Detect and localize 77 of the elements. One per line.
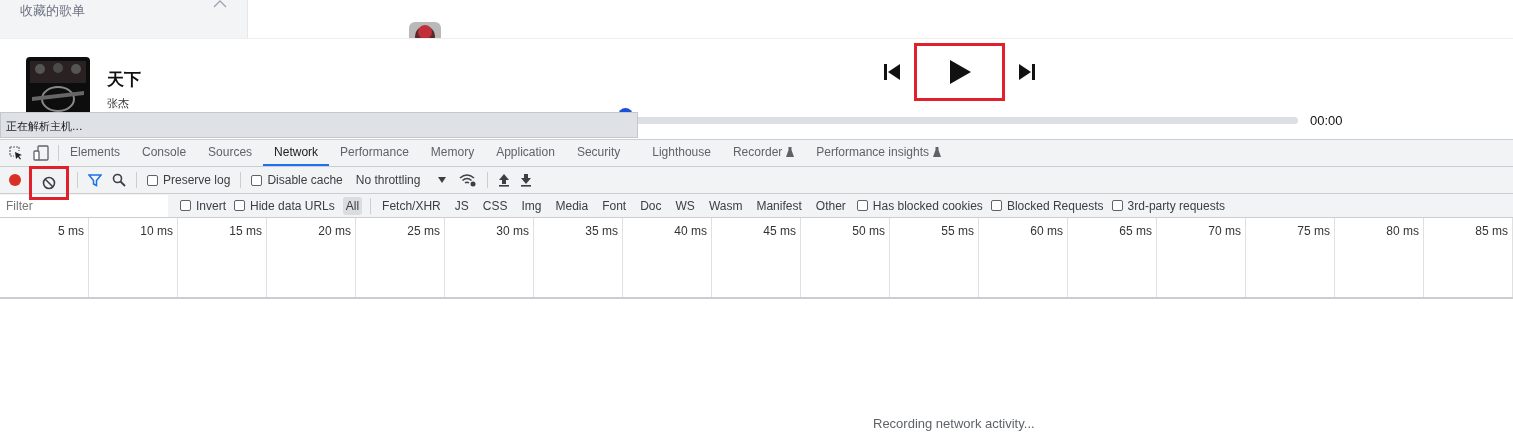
inspect-icon[interactable] bbox=[9, 146, 23, 160]
timeline-tick-label: 30 ms bbox=[445, 218, 534, 297]
checkbox-label: Preserve log bbox=[163, 173, 231, 187]
resource-type-filter[interactable]: Fetch/XHR bbox=[379, 196, 444, 215]
status-tooltip: 正在解析主机... bbox=[0, 112, 638, 138]
timeline-tick-label: 25 ms bbox=[356, 218, 445, 297]
checkbox-label: Hide data URLs bbox=[250, 198, 335, 213]
resource-type-filter[interactable]: Media bbox=[552, 196, 592, 215]
filter-icon[interactable] bbox=[88, 173, 102, 187]
search-icon[interactable] bbox=[112, 173, 126, 187]
timeline-tick-label: 15 ms bbox=[178, 218, 267, 297]
timeline-tick-label: 65 ms bbox=[1068, 218, 1157, 297]
resource-type-filter[interactable]: Font bbox=[599, 196, 630, 215]
throttling-dropdown[interactable]: No throttling bbox=[352, 171, 450, 189]
devtools-tab[interactable]: Performance bbox=[329, 140, 420, 166]
timeline-tick-label: 5 ms bbox=[0, 218, 89, 297]
checkbox[interactable] bbox=[1111, 200, 1123, 211]
checkbox-label: Invert bbox=[196, 198, 226, 213]
timeline-tick-label: 50 ms bbox=[801, 218, 890, 297]
checkbox-label: Disable cache bbox=[267, 173, 343, 187]
resource-type-filter[interactable]: WS bbox=[672, 196, 698, 215]
checkbox-label: Has blocked cookies bbox=[872, 198, 983, 213]
download-icon[interactable] bbox=[520, 173, 533, 187]
timeline-tick-label: 70 ms bbox=[1157, 218, 1246, 297]
resource-type-filter[interactable]: Other bbox=[812, 196, 849, 215]
network-conditions-icon[interactable] bbox=[459, 173, 478, 187]
checkbox[interactable] bbox=[234, 200, 245, 211]
checkbox-label: Blocked Requests bbox=[1006, 198, 1104, 213]
sidebar-section-title: 收藏的歌单 bbox=[20, 2, 85, 20]
next-button[interactable] bbox=[1017, 62, 1037, 82]
devtools-tab[interactable]: Console bbox=[131, 140, 198, 166]
play-button[interactable] bbox=[914, 43, 1005, 101]
devtools-tab[interactable]: Application bbox=[485, 140, 566, 166]
resource-type-filter[interactable]: Img bbox=[518, 196, 545, 215]
previous-button[interactable] bbox=[882, 62, 902, 82]
checkbox[interactable] bbox=[180, 200, 191, 211]
filter-field[interactable]: Filter bbox=[0, 194, 168, 217]
empty-state-message: Recording network activity... bbox=[873, 416, 1035, 431]
timeline-tick-label: 85 ms bbox=[1424, 218, 1513, 297]
devtools-tab[interactable]: Lighthouse bbox=[641, 140, 722, 166]
devtools-tab[interactable]: Sources bbox=[197, 140, 264, 166]
resource-type-filter[interactable]: All bbox=[342, 196, 363, 215]
timeline-tick-label: 75 ms bbox=[1246, 218, 1335, 297]
play-icon bbox=[947, 59, 972, 85]
timeline-tick-label: 80 ms bbox=[1335, 218, 1424, 297]
artist-name: 张杰 bbox=[107, 95, 130, 111]
checkbox[interactable] bbox=[251, 174, 263, 186]
previous-icon bbox=[882, 62, 902, 82]
song-title: 天下 bbox=[107, 67, 141, 91]
next-icon bbox=[1017, 62, 1037, 82]
duration-time: 00:00 bbox=[1310, 113, 1343, 128]
checkbox[interactable] bbox=[856, 200, 868, 211]
timeline-tick-label: 20 ms bbox=[267, 218, 356, 297]
timeline-tick-label: 40 ms bbox=[623, 218, 712, 297]
devtools-tab[interactable]: Security bbox=[565, 140, 632, 166]
timeline-tick-label: 10 ms bbox=[89, 218, 178, 297]
checkbox[interactable] bbox=[990, 200, 1002, 211]
checkbox[interactable] bbox=[147, 174, 158, 186]
timeline-tick-label: 55 ms bbox=[890, 218, 979, 297]
timeline-tick-label: 60 ms bbox=[979, 218, 1068, 297]
devtools-tab[interactable]: Performance insights bbox=[805, 140, 953, 166]
checkbox-label: 3rd-party requests bbox=[1127, 198, 1225, 213]
upload-icon[interactable] bbox=[498, 173, 511, 187]
timeline-tick-label: 35 ms bbox=[534, 218, 623, 297]
resource-type-filter[interactable]: Manifest bbox=[753, 196, 805, 215]
timeline-tick-label: 45 ms bbox=[712, 218, 801, 297]
resource-type-filter[interactable]: Wasm bbox=[705, 196, 746, 215]
devtools-tab[interactable]: Memory bbox=[419, 140, 486, 166]
resource-type-filter[interactable]: Doc bbox=[637, 196, 665, 215]
devtools-tab[interactable]: Elements bbox=[59, 140, 132, 166]
devtools-tab[interactable]: Recorder bbox=[721, 140, 806, 166]
resource-type-filter[interactable]: CSS bbox=[479, 196, 511, 215]
clear-icon bbox=[42, 176, 56, 190]
record-button[interactable] bbox=[9, 174, 21, 186]
caret-icon bbox=[438, 177, 447, 183]
resource-type-filter[interactable]: JS bbox=[451, 196, 472, 215]
device-toolbar-icon[interactable] bbox=[33, 145, 49, 161]
